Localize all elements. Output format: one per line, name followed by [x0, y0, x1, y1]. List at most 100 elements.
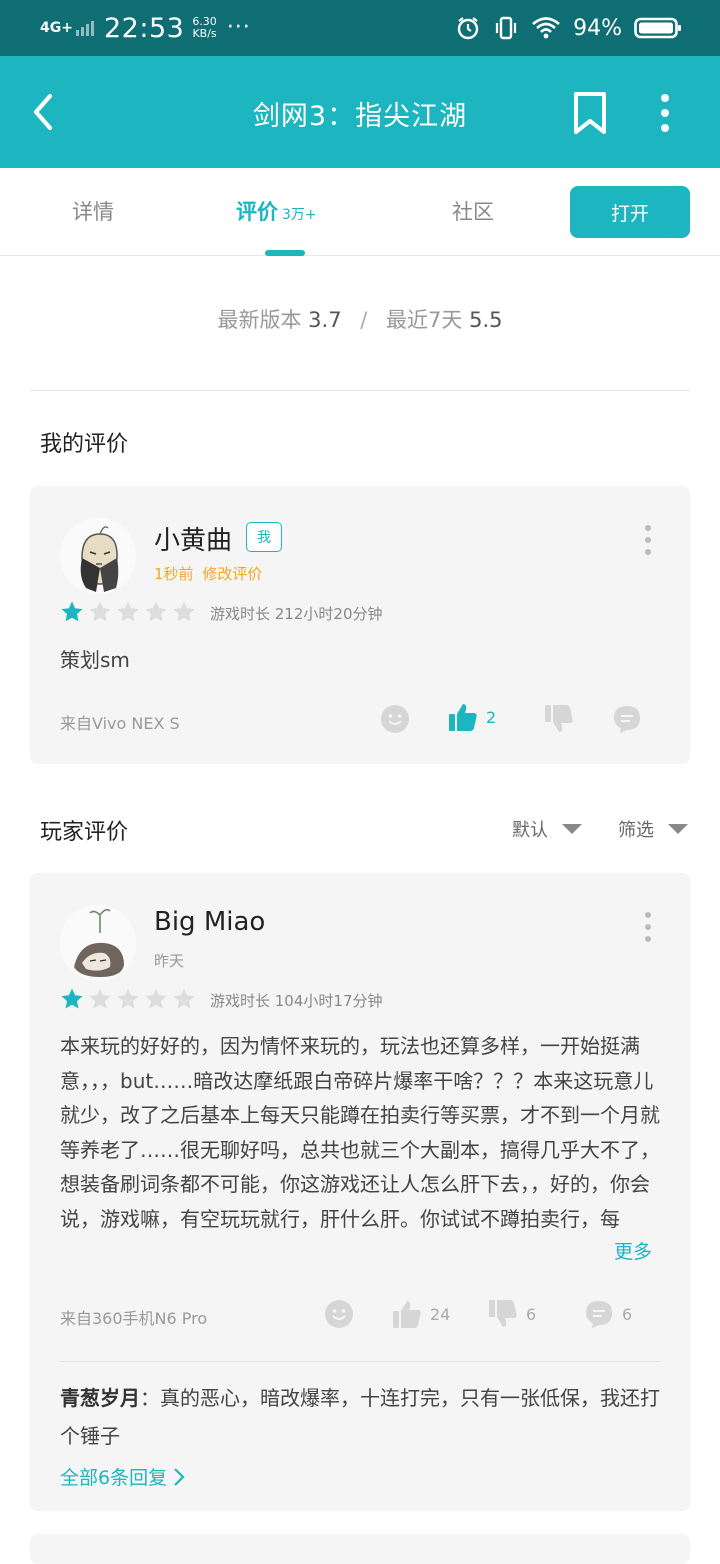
- comment-icon: [586, 1301, 612, 1328]
- emoji-icon: [325, 1300, 353, 1328]
- reply-author[interactable]: 青葱岁月: [60, 1386, 140, 1410]
- player-review-card: Big Miao 昨天 游戏时长 104小时17分钟 本来玩的好好的，因为情怀来…: [30, 873, 690, 1511]
- battery-percent: 94%: [573, 15, 622, 41]
- star-empty-icon: [89, 988, 111, 1009]
- star-empty-icon: [89, 601, 111, 622]
- app-header: 剑网3：指尖江湖: [0, 56, 720, 168]
- review-time: 昨天: [154, 952, 185, 970]
- like-button[interactable]: 2: [448, 702, 496, 732]
- avatar[interactable]: [60, 518, 136, 594]
- thumbs-down-icon: [489, 1300, 517, 1327]
- next-review-card: [30, 1534, 690, 1564]
- filter-dropdown[interactable]: 筛选: [618, 816, 688, 842]
- vibrate-icon: [495, 16, 517, 40]
- bookmark-icon[interactable]: [568, 86, 612, 138]
- star-empty-icon: [117, 988, 139, 1009]
- emoji-reaction-button[interactable]: [380, 704, 410, 734]
- star-empty-icon: [117, 601, 139, 622]
- review-content: 本来玩的好好的，因为情怀来玩的，玩法也还算多样，一开始挺满意，，，but……暗改…: [60, 1034, 660, 1231]
- thumbs-up-icon: [393, 1301, 421, 1328]
- latest-version-rating: 3.7: [308, 308, 342, 332]
- chevron-down-icon: [668, 824, 688, 834]
- review-username[interactable]: 小黄曲: [154, 520, 232, 557]
- status-bar: 4G+ 22:53 6.30 KB/s ··· 94%: [0, 0, 720, 56]
- chevron-right-icon: [174, 1467, 185, 1486]
- active-tab-indicator: [265, 250, 305, 256]
- reply-divider: [60, 1361, 660, 1362]
- edit-review-link[interactable]: 修改评价: [202, 565, 262, 583]
- section-divider: [30, 390, 690, 391]
- emoji-icon: [381, 705, 409, 733]
- like-count: 24: [430, 1304, 451, 1324]
- rating-separator: /: [360, 308, 368, 332]
- like-count: 2: [486, 707, 497, 727]
- review-count: 3万+: [282, 207, 317, 223]
- sort-dropdown[interactable]: 默认: [512, 816, 582, 842]
- network-speed: 6.30 KB/s: [192, 16, 217, 40]
- avatar-image: [60, 905, 136, 981]
- battery-icon: [634, 17, 681, 39]
- me-badge: 我: [246, 522, 282, 552]
- dislike-button[interactable]: [544, 704, 574, 734]
- star-empty-icon: [145, 988, 167, 1009]
- rating-summary: 最新版本 3.7 / 最近7天 5.5: [0, 304, 720, 334]
- thumbs-up-icon: [449, 704, 477, 731]
- comment-button[interactable]: [612, 704, 642, 734]
- status-time: 22:53: [104, 12, 185, 44]
- more-vertical-icon[interactable]: [642, 911, 654, 943]
- reply-preview[interactable]: 青葱岁月：真的恶心，暗改爆率，十连打完，只有一张低保，我还打个锤子: [60, 1379, 660, 1455]
- expand-more-link[interactable]: 更多: [574, 1237, 653, 1264]
- thumbs-down-icon: [545, 705, 573, 732]
- star-rating: [60, 987, 196, 1011]
- my-review-card: 小黄曲 我 1秒前 修改评价 游戏时长 212小时20分钟 策划sm 来自Viv…: [30, 486, 690, 764]
- review-content: 策划sm: [60, 648, 130, 672]
- page-title: 剑网3：指尖江湖: [252, 101, 468, 132]
- reply-separator: ：: [140, 1386, 160, 1410]
- wifi-icon: [532, 17, 560, 39]
- dislike-button[interactable]: 6: [488, 1299, 536, 1329]
- more-vertical-icon[interactable]: [650, 92, 680, 134]
- tab-bar: 详情 评价 3万+ 社区 打开: [0, 168, 720, 256]
- my-review-title: 我的评价: [40, 432, 129, 457]
- comment-icon: [614, 706, 640, 733]
- like-button[interactable]: 24: [392, 1299, 450, 1329]
- recent-days-rating: 5.5: [469, 308, 503, 332]
- avatar-image: [60, 518, 136, 594]
- review-time-row: 1秒前 修改评价: [154, 563, 262, 584]
- star-empty-icon: [173, 988, 195, 1009]
- review-device: 来自Vivo NEX S: [60, 714, 180, 733]
- star-empty-icon: [173, 601, 195, 622]
- comment-count: 6: [622, 1304, 633, 1324]
- player-reviews-title: 玩家评价: [40, 820, 129, 845]
- star-filled-icon: [61, 601, 83, 622]
- playtime: 游戏时长 104小时17分钟: [210, 992, 383, 1010]
- alarm-icon: [457, 17, 479, 40]
- latest-version-label: 最新版本: [217, 308, 302, 332]
- tab-details[interactable]: 详情: [72, 196, 114, 226]
- status-more: ···: [226, 15, 251, 40]
- avatar[interactable]: [60, 905, 136, 981]
- chevron-down-icon: [562, 824, 582, 834]
- tab-reviews[interactable]: 评价 3万+: [236, 196, 317, 226]
- review-device: 来自360手机N6 Pro: [60, 1309, 208, 1328]
- star-filled-icon: [61, 988, 83, 1009]
- recent-days-label: 最近7天: [386, 308, 463, 332]
- review-time: 1秒前: [154, 565, 194, 583]
- tab-community[interactable]: 社区: [452, 196, 494, 226]
- sort-label: 默认: [512, 820, 548, 841]
- more-vertical-icon[interactable]: [642, 524, 654, 556]
- star-rating: [60, 600, 196, 624]
- tab-reviews-label: 评价: [236, 200, 278, 224]
- comment-button[interactable]: 6: [584, 1299, 632, 1329]
- emoji-reaction-button[interactable]: [324, 1299, 354, 1329]
- network-type: 4G+: [40, 20, 73, 36]
- speed-unit: KB/s: [192, 27, 217, 40]
- filter-label: 筛选: [618, 820, 654, 841]
- playtime: 游戏时长 212小时20分钟: [210, 605, 383, 623]
- review-username[interactable]: Big Miao: [154, 907, 265, 937]
- all-replies-label: 全部6条回复: [60, 1467, 168, 1489]
- all-replies-link[interactable]: 全部6条回复: [60, 1463, 185, 1490]
- star-empty-icon: [145, 601, 167, 622]
- dislike-count: 6: [526, 1304, 537, 1324]
- open-button[interactable]: 打开: [570, 186, 690, 238]
